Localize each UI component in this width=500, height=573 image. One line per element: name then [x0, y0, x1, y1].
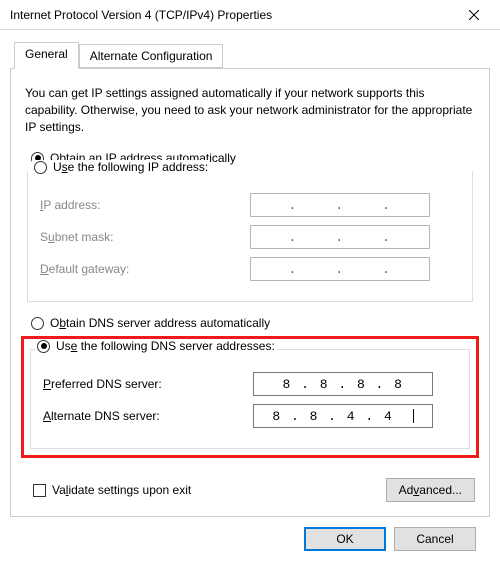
alternate-dns-input[interactable]: 8 . 8 . 4 . 4 — [253, 404, 433, 428]
ip-address-input: ... — [250, 193, 430, 217]
cancel-button[interactable]: Cancel — [394, 527, 476, 551]
subnet-mask-row: Subnet mask: ... — [40, 225, 460, 249]
close-button[interactable] — [456, 1, 492, 29]
titlebar: Internet Protocol Version 4 (TCP/IPv4) P… — [0, 0, 500, 30]
tab-panel-general: You can get IP settings assigned automat… — [10, 68, 490, 517]
subnet-mask-input: ... — [250, 225, 430, 249]
radio-ip-manual[interactable]: Use the following IP address: — [32, 160, 210, 174]
default-gateway-input: ... — [250, 257, 430, 281]
preferred-dns-input[interactable]: 8 . 8 . 8 . 8 — [253, 372, 433, 396]
close-icon — [469, 10, 479, 20]
dialog-body: General Alternate Configuration You can … — [0, 30, 500, 573]
radio-label: Use the following DNS server addresses: — [56, 339, 275, 353]
radio-icon — [37, 340, 50, 353]
subnet-mask-label: Subnet mask: — [40, 230, 250, 244]
dns-manual-group: Use the following DNS server addresses: … — [30, 349, 470, 449]
preferred-dns-row: Preferred DNS server: 8 . 8 . 8 . 8 — [43, 372, 457, 396]
validate-checkbox-row[interactable]: Validate settings upon exit — [33, 483, 386, 497]
radio-dns-auto[interactable]: Obtain DNS server address automatically — [31, 316, 475, 330]
radio-icon — [34, 161, 47, 174]
ip-address-row: IP address: ... — [40, 193, 460, 217]
checkbox-icon — [33, 484, 46, 497]
intro-text: You can get IP settings assigned automat… — [25, 85, 475, 135]
dns-highlight: Use the following DNS server addresses: … — [21, 336, 479, 458]
radio-dns-manual[interactable]: Use the following DNS server addresses: — [35, 339, 277, 353]
alternate-dns-value: 8 . 8 . 4 . 4 — [272, 409, 393, 424]
radio-label: Use the following IP address: — [53, 160, 208, 174]
default-gateway-row: Default gateway: ... — [40, 257, 460, 281]
dialog-buttons: OK Cancel — [10, 517, 490, 563]
alternate-dns-label: Alternate DNS server: — [43, 409, 253, 423]
radio-label: Obtain DNS server address automatically — [50, 316, 270, 330]
preferred-dns-label: Preferred DNS server: — [43, 377, 253, 391]
text-caret — [413, 409, 414, 423]
default-gateway-label: Default gateway: — [40, 262, 250, 276]
ok-button[interactable]: OK — [304, 527, 386, 551]
radio-icon — [31, 317, 44, 330]
advanced-button[interactable]: Advanced... — [386, 478, 475, 502]
ip-address-label: IP address: — [40, 198, 250, 212]
tab-strip: General Alternate Configuration — [14, 42, 490, 68]
tab-general[interactable]: General — [14, 42, 79, 69]
ip-manual-group: Use the following IP address: IP address… — [27, 171, 473, 302]
bottom-row: Validate settings upon exit Advanced... — [25, 478, 475, 502]
alternate-dns-row: Alternate DNS server: 8 . 8 . 4 . 4 — [43, 404, 457, 428]
window-title: Internet Protocol Version 4 (TCP/IPv4) P… — [10, 8, 456, 22]
validate-label: Validate settings upon exit — [52, 483, 191, 497]
tab-alternate-configuration[interactable]: Alternate Configuration — [79, 44, 224, 68]
